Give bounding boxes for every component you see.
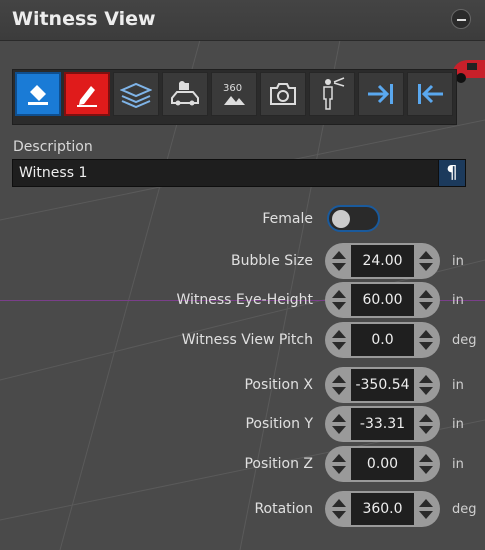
panel-title: Witness View <box>12 8 156 30</box>
position-z-stepper[interactable]: 0.00 <box>325 446 440 482</box>
camera-icon <box>270 83 296 105</box>
eye-height-input[interactable]: 60.00 <box>351 284 414 316</box>
position-y-stepper[interactable]: -33.31 <box>325 406 440 442</box>
collapse-button[interactable] <box>451 9 471 29</box>
decrement-arrows[interactable] <box>331 243 347 279</box>
move-right-tool-button[interactable] <box>358 72 404 116</box>
layers-icon <box>120 82 152 108</box>
field-label: Rotation <box>254 501 313 517</box>
position-y-input[interactable]: -33.31 <box>351 408 414 440</box>
decrement-arrows[interactable] <box>331 406 347 442</box>
layers-tool-button[interactable] <box>113 72 159 116</box>
description-label: Description <box>13 139 93 155</box>
increment-arrows[interactable] <box>418 491 434 527</box>
field-label: Position Y <box>245 416 313 432</box>
female-toggle[interactable] <box>327 205 380 232</box>
increment-arrows[interactable] <box>418 282 434 318</box>
svg-text:360: 360 <box>223 83 242 94</box>
panel-header: Witness View <box>0 0 485 41</box>
bubble-size-input[interactable]: 24.00 <box>351 245 414 277</box>
fill-icon <box>28 85 48 105</box>
decrement-arrows[interactable] <box>331 282 347 318</box>
decrement-arrows[interactable] <box>331 322 347 358</box>
decrement-arrows[interactable] <box>331 367 347 403</box>
edit-pencil-icon <box>77 86 97 107</box>
unit-label: in <box>452 293 464 308</box>
view-360-icon: 360 <box>223 83 245 105</box>
fill-tool-button[interactable] <box>15 72 61 116</box>
witness-person-icon <box>323 77 345 110</box>
unit-label: deg <box>452 333 477 348</box>
view-pitch-stepper[interactable]: 0.0 <box>325 322 440 358</box>
unit-label: in <box>452 417 464 432</box>
unit-label: in <box>452 457 464 472</box>
unit-label: deg <box>452 502 477 517</box>
field-label: Position X <box>244 377 313 393</box>
decrement-arrows[interactable] <box>331 446 347 482</box>
increment-arrows[interactable] <box>418 446 434 482</box>
decrement-arrows[interactable] <box>331 491 347 527</box>
camera-car-tool-button[interactable] <box>162 72 208 116</box>
view-360-tool-button[interactable]: 360 <box>211 72 257 116</box>
unit-label: in <box>452 254 464 269</box>
pilcrow-icon: ¶ <box>446 162 458 183</box>
increment-arrows[interactable] <box>418 406 434 442</box>
description-value: Witness 1 <box>19 165 88 181</box>
arrow-left-to-bar-icon <box>418 84 443 104</box>
position-x-input[interactable]: -350.54 <box>351 369 414 401</box>
field-label: Witness Eye-Height <box>176 292 313 308</box>
position-z-input[interactable]: 0.00 <box>351 448 414 480</box>
paragraph-button[interactable]: ¶ <box>438 160 465 186</box>
field-label: Bubble Size <box>231 253 313 269</box>
arrow-right-to-bar-icon <box>368 84 393 104</box>
rotation-input[interactable]: 360.0 <box>351 493 414 525</box>
toolbar: 360 <box>12 69 457 125</box>
toggle-knob <box>332 210 350 228</box>
increment-arrows[interactable] <box>418 322 434 358</box>
witness-tool-button[interactable] <box>309 72 355 116</box>
move-left-tool-button[interactable] <box>407 72 453 116</box>
rotation-stepper[interactable]: 360.0 <box>325 491 440 527</box>
description-field[interactable]: Witness 1 ¶ <box>12 159 466 187</box>
unit-label: in <box>452 378 464 393</box>
bubble-size-stepper[interactable]: 24.00 <box>325 243 440 279</box>
edit-tool-button[interactable] <box>64 72 110 116</box>
camera-car-icon <box>171 81 199 106</box>
field-label: Position Z <box>244 456 313 472</box>
increment-arrows[interactable] <box>418 367 434 403</box>
field-label: Witness View Pitch <box>181 332 313 348</box>
camera-tool-button[interactable] <box>260 72 306 116</box>
female-label: Female <box>262 211 313 227</box>
eye-height-stepper[interactable]: 60.00 <box>325 282 440 318</box>
view-pitch-input[interactable]: 0.0 <box>351 324 414 356</box>
increment-arrows[interactable] <box>418 243 434 279</box>
position-x-stepper[interactable]: -350.54 <box>325 367 440 403</box>
